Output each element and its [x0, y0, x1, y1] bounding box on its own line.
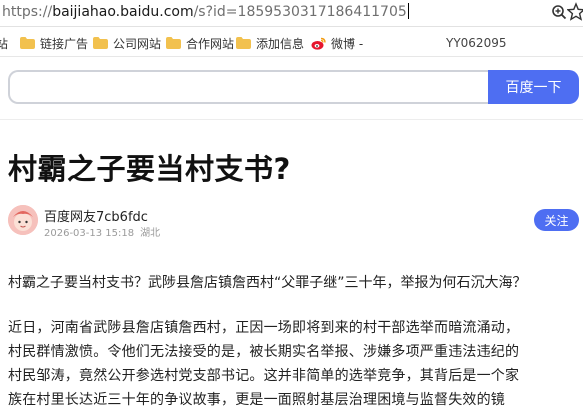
article-title: 村霸之子要当村支书? [8, 152, 291, 186]
folder-icon [93, 37, 108, 49]
bookmark-label: 链接广告 [40, 36, 89, 51]
url-path: /s?id=1859530317186411705 [193, 4, 407, 20]
weibo-icon [311, 37, 326, 50]
folder-icon [236, 37, 251, 49]
bookmark-folder-company[interactable]: 公司网站 [93, 35, 161, 51]
paragraph-line: 族在村里长达近三十年的争议故事，更是一面照射基层治理困境与监督失效的镜 [8, 392, 505, 408]
url-text[interactable]: https://baijiahao.baidu.com/s?id=1859530… [2, 3, 409, 20]
bookmark-label: 添加信息 [256, 36, 305, 51]
publish-date: 2026-03-13 15:18 [44, 228, 135, 239]
url-protocol: https:// [2, 4, 53, 20]
avatar-face-icon [8, 205, 38, 235]
bookmark-label: 合作网站 [186, 36, 235, 51]
folder-icon [166, 37, 181, 49]
article-lead: 村霸之子要当村支书？武陟县詹店镇詹西村“父罪子继”三十年，举报为何石沉大海？ [8, 275, 527, 291]
publish-location: 湖北 [140, 228, 161, 239]
text-caret [407, 3, 409, 19]
bookmark-folder-add-info[interactable]: 添加信息 [236, 35, 304, 51]
bookmark-star-icon[interactable] [567, 2, 583, 22]
bookmark-label: 微博 - [331, 36, 364, 51]
bookmarks-bar: 站 链接广告 公司网站 合作网站 添加信息 微博 - YY062095 [0, 28, 583, 57]
bookmark-weibo[interactable]: 微博 - [311, 35, 363, 51]
author-name[interactable]: 百度网友7cb6fdc [44, 206, 148, 225]
search-bar: 百度一下 [0, 58, 583, 120]
paragraph-line: 村民群情激愤。令他们无法接受的是，被长期实名举报、涉嫌多项严重违法违纪的 [8, 344, 520, 360]
url-host: baijiahao.baidu.com [52, 4, 194, 20]
bookmark-item[interactable]: 站 [0, 35, 8, 51]
address-bar[interactable]: https://baijiahao.baidu.com/s?id=1859530… [0, 0, 583, 27]
folder-icon [20, 37, 35, 49]
zoom-icon[interactable] [551, 4, 567, 22]
follow-button[interactable]: 关注 [534, 209, 579, 231]
bookmark-user-id[interactable]: YY062095 [446, 36, 506, 50]
paragraph-line: 近日，河南省武陟县詹店镇詹西村，正因一场即将到来的村干部选举而暗流涌动， [8, 320, 520, 336]
bookmark-folder-ads[interactable]: 链接广告 [20, 35, 88, 51]
search-input[interactable] [8, 70, 491, 104]
article-meta: 2026-03-13 15:18 湖北 [44, 224, 160, 239]
search-button[interactable]: 百度一下 [488, 70, 579, 104]
article-paragraph: 近日，河南省武陟县詹店镇詹西村，正因一场即将到来的村干部选举而暗流涌动， 村民群… [8, 316, 580, 412]
paragraph-line: 村民邹涛，竟然公开参选村党支部书记。这并非简单的选举竞争，其背后是一个家 [8, 368, 520, 384]
avatar[interactable] [8, 205, 38, 235]
bookmark-folder-partner[interactable]: 合作网站 [166, 35, 234, 51]
bookmark-label: 站 [0, 36, 9, 51]
bookmark-label: 公司网站 [113, 36, 162, 51]
